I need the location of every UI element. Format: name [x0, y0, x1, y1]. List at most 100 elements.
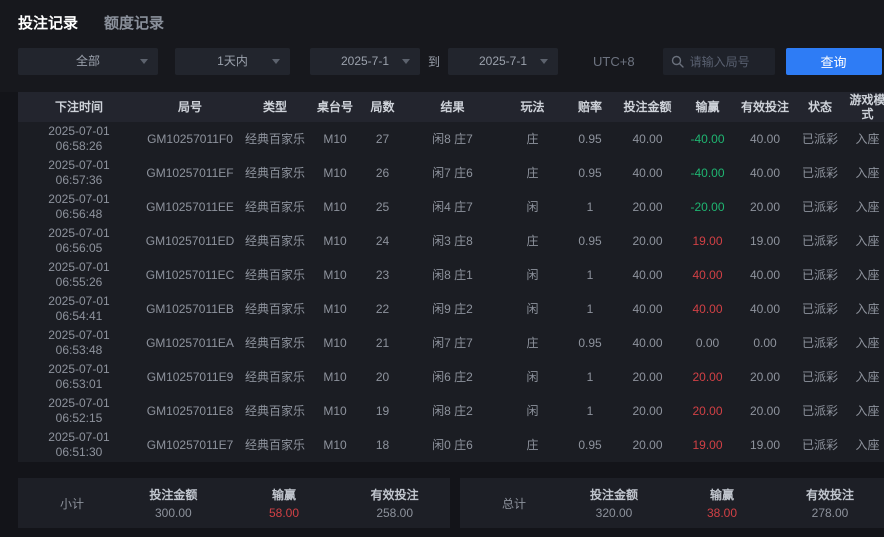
subtotal-bet-label: 投注金额: [118, 486, 229, 503]
cell-play: 庄: [500, 166, 565, 181]
cell-game-type: 经典百家乐: [240, 268, 310, 283]
cell-game-type: 经典百家乐: [240, 200, 310, 215]
cell-play: 闲: [500, 370, 565, 385]
cell-odds: 0.95: [565, 132, 615, 147]
tab-投注记录[interactable]: 投注记录: [18, 10, 78, 38]
cell-round-id: GM10257011EA: [140, 336, 240, 351]
cell-bet-amount: 40.00: [615, 268, 680, 283]
cell-bet-amount: 40.00: [615, 302, 680, 317]
cell-table-no: M10: [310, 234, 360, 249]
chevron-down-icon: [402, 59, 410, 64]
round-search-input[interactable]: [688, 54, 776, 70]
cell-valid-bet: 19.00: [735, 438, 795, 453]
cell-winloss: 20.00: [680, 370, 735, 385]
total-bet: 投注金额 320.00: [560, 486, 668, 520]
bet-type-select[interactable]: 全部: [18, 48, 158, 75]
subtotal-bet: 投注金额 300.00: [118, 486, 229, 520]
cell-bet-time: 2025-07-0106:56:05: [18, 226, 140, 256]
subtotal-valid: 有效投注 258.00: [339, 486, 450, 520]
tab-label: 额度记录: [104, 10, 164, 38]
cell-round-id: GM10257011EE: [140, 200, 240, 215]
cell-bet-time: 2025-07-0106:53:01: [18, 362, 140, 392]
tab-额度记录[interactable]: 额度记录: [104, 10, 164, 38]
cell-valid-bet: 0.00: [735, 336, 795, 351]
cell-bet-amount: 20.00: [615, 438, 680, 453]
cell-bet-amount: 40.00: [615, 166, 680, 181]
cell-status: 已派彩: [795, 370, 845, 385]
cell-bet-time: 2025-07-0106:55:26: [18, 260, 140, 290]
cell-status: 已派彩: [795, 200, 845, 215]
cell-status: 已派彩: [795, 234, 845, 249]
table-row: 2025-07-0106:57:36 GM10257011EF 经典百家乐 M1…: [18, 156, 884, 190]
date-to-select[interactable]: 2025-7-1: [448, 48, 558, 75]
cell-play: 庄: [500, 336, 565, 351]
cell-winloss: -40.00: [680, 166, 735, 181]
cell-winloss: 19.00: [680, 438, 735, 453]
cell-odds: 1: [565, 302, 615, 317]
cell-odds: 1: [565, 268, 615, 283]
cell-status: 已派彩: [795, 302, 845, 317]
date-from-select[interactable]: 2025-7-1: [310, 48, 420, 75]
cell-round-id: GM10257011EC: [140, 268, 240, 283]
cell-winloss: -40.00: [680, 132, 735, 147]
query-button[interactable]: 查询: [786, 48, 882, 75]
total-valid: 有效投注 278.00: [776, 486, 884, 520]
cell-play: 闲: [500, 200, 565, 215]
cell-game-mode: 入座: [845, 370, 884, 385]
cell-play: 闲: [500, 302, 565, 317]
cell-valid-bet: 40.00: [735, 132, 795, 147]
cell-winloss: 40.00: [680, 302, 735, 317]
column-header: 局数: [360, 99, 405, 115]
column-header: 状态: [795, 99, 845, 115]
cell-bet-time: 2025-07-0106:54:41: [18, 294, 140, 324]
date-to-value: 2025-7-1: [479, 54, 527, 68]
column-header: 游戏模式: [845, 92, 884, 122]
cell-round-id: GM10257011F0: [140, 132, 240, 147]
cell-table-no: M10: [310, 200, 360, 215]
cell-game-type: 经典百家乐: [240, 166, 310, 181]
cell-table-no: M10: [310, 370, 360, 385]
cell-result: 闲9 庄2: [405, 302, 500, 317]
table-header-row: 下注时间局号类型桌台号局数结果玩法赔率投注金额输赢有效投注状态游戏模式: [18, 92, 884, 122]
cell-winloss: -20.00: [680, 200, 735, 215]
cell-bet-time: 2025-07-0106:51:30: [18, 430, 140, 460]
cell-bet-amount: 20.00: [615, 370, 680, 385]
subtotal-winloss-label: 输赢: [229, 486, 340, 503]
tab-label: 投注记录: [18, 10, 78, 38]
table-row: 2025-07-0106:55:26 GM10257011EC 经典百家乐 M1…: [18, 258, 884, 292]
cell-valid-bet: 40.00: [735, 166, 795, 181]
total-bet-label: 投注金额: [560, 486, 668, 503]
cell-table-no: M10: [310, 302, 360, 317]
column-header: 赔率: [565, 99, 615, 115]
subtotal-title: 小计: [18, 495, 118, 512]
cell-bet-time: 2025-07-0106:57:36: [18, 158, 140, 188]
cell-status: 已派彩: [795, 132, 845, 147]
subtotal-valid-label: 有效投注: [339, 486, 450, 503]
total-title: 总计: [460, 495, 560, 512]
cell-bet-amount: 40.00: [615, 336, 680, 351]
column-header: 类型: [240, 99, 310, 115]
column-header: 局号: [140, 99, 240, 115]
cell-bet-time: 2025-07-0106:58:26: [18, 124, 140, 154]
header-area: 投注记录额度记录 全部 1天内 2025-7-1 到 2025-7-1 UTC+…: [0, 0, 884, 92]
cell-valid-bet: 20.00: [735, 200, 795, 215]
cell-round-count: 21: [360, 336, 405, 351]
chevron-down-icon: [272, 59, 280, 64]
date-range-select-value: 1天内: [217, 54, 248, 68]
cell-game-mode: 入座: [845, 404, 884, 419]
cell-game-mode: 入座: [845, 302, 884, 317]
timezone-label: UTC+8: [593, 54, 635, 69]
cell-odds: 0.95: [565, 166, 615, 181]
round-search-box[interactable]: [663, 48, 775, 75]
cell-table-no: M10: [310, 336, 360, 351]
cell-round-id: GM10257011E7: [140, 438, 240, 453]
cell-valid-bet: 40.00: [735, 302, 795, 317]
subtotal-winloss-value: 58.00: [229, 506, 340, 520]
cell-round-count: 22: [360, 302, 405, 317]
date-range-select[interactable]: 1天内: [175, 48, 290, 75]
cell-table-no: M10: [310, 268, 360, 283]
cell-game-type: 经典百家乐: [240, 370, 310, 385]
filter-bar: 全部 1天内 2025-7-1 到 2025-7-1 UTC+8 查询: [0, 48, 884, 75]
cell-result: 闲7 庄6: [405, 166, 500, 181]
cell-winloss: 20.00: [680, 404, 735, 419]
